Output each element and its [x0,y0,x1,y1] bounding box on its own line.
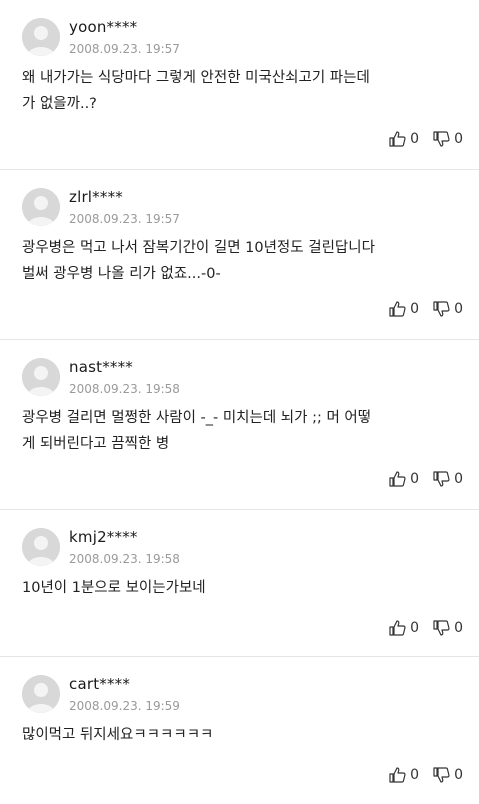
default-avatar-icon [22,675,60,713]
comment-line: 벌써 광우병 나올 리가 없죠...-0- [22,266,221,282]
thumbs-up-icon [389,301,406,317]
comment-body: 많이먹고 뒤지세요ㅋㅋㅋㅋㅋㅋ [22,722,462,748]
thumbs-up-icon [389,131,406,147]
vote-actions: 0 0 [389,620,463,636]
comment-timestamp: 2008.09.23. 19:57 [69,212,180,226]
like-button[interactable]: 0 [389,131,419,147]
vote-actions: 0 0 [389,471,463,487]
thumbs-down-icon [433,620,450,636]
comment-line: 게 되버린다고 끔찍한 병 [22,436,170,452]
thumbs-down-icon [433,131,450,147]
comment-timestamp: 2008.09.23. 19:57 [69,42,180,56]
comment-username[interactable]: nast**** [69,358,133,376]
comment-item: kmj2**** 2008.09.23. 19:58 10년이 1분으로 보이는… [0,510,479,657]
dislike-count: 0 [454,620,463,636]
comment-line: 많이먹고 뒤지세요ㅋㅋㅋㅋㅋㅋ [22,727,214,743]
avatar[interactable] [22,18,60,56]
comment-timestamp: 2008.09.23. 19:58 [69,382,180,396]
like-button[interactable]: 0 [389,767,419,783]
like-count: 0 [410,620,420,636]
comment-line: 10년이 1분으로 보이는가보네 [22,580,206,596]
like-count: 0 [410,471,420,487]
thumbs-up-icon [389,767,406,783]
vote-actions: 0 0 [389,767,463,783]
thumbs-up-icon [389,471,406,487]
comment-username[interactable]: yoon**** [69,18,137,36]
comment-username[interactable]: zlrl**** [69,188,123,206]
dislike-count: 0 [454,301,463,317]
comment-line: 광우병은 먹고 나서 잠복기간이 길면 10년정도 걸린답니다 [22,240,375,256]
comment-item: zlrl**** 2008.09.23. 19:57 광우병은 먹고 나서 잠복… [0,170,479,340]
avatar[interactable] [22,188,60,226]
comment-line: 가 없을까..? [22,96,97,112]
comment-username[interactable]: cart**** [69,675,130,693]
comment-item: nast**** 2008.09.23. 19:58 광우병 걸리면 멀쩡한 사… [0,340,479,510]
thumbs-up-icon [389,620,406,636]
avatar[interactable] [22,528,60,566]
dislike-button[interactable]: 0 [433,131,463,147]
default-avatar-icon [22,18,60,56]
dislike-count: 0 [454,471,463,487]
dislike-button[interactable]: 0 [433,301,463,317]
default-avatar-icon [22,188,60,226]
comment-item: yoon**** 2008.09.23. 19:57 왜 내가가는 식당마다 그… [0,0,479,170]
thumbs-down-icon [433,471,450,487]
dislike-count: 0 [454,767,463,783]
thumbs-down-icon [433,767,450,783]
comment-body: 광우병은 먹고 나서 잠복기간이 길면 10년정도 걸린답니다 벌써 광우병 나… [22,235,462,287]
vote-actions: 0 0 [389,131,463,147]
comment-body: 10년이 1분으로 보이는가보네 [22,575,462,601]
like-count: 0 [410,301,420,317]
comment-username[interactable]: kmj2**** [69,528,138,546]
default-avatar-icon [22,358,60,396]
avatar[interactable] [22,358,60,396]
thumbs-down-icon [433,301,450,317]
comment-body: 광우병 걸리면 멀쩡한 사람이 -_- 미치는데 뇌가 ;; 머 어떻 게 되버… [22,405,462,457]
comment-item: cart**** 2008.09.23. 19:59 많이먹고 뒤지세요ㅋㅋㅋㅋ… [0,657,479,804]
comment-timestamp: 2008.09.23. 19:59 [69,699,180,713]
like-button[interactable]: 0 [389,301,419,317]
dislike-button[interactable]: 0 [433,471,463,487]
comment-timestamp: 2008.09.23. 19:58 [69,552,180,566]
dislike-count: 0 [454,131,463,147]
comment-body: 왜 내가가는 식당마다 그렇게 안전한 미국산쇠고기 파는데 가 없을까..? [22,65,462,117]
dislike-button[interactable]: 0 [433,620,463,636]
like-count: 0 [410,131,420,147]
comment-line: 왜 내가가는 식당마다 그렇게 안전한 미국산쇠고기 파는데 [22,70,370,86]
comment-line: 광우병 걸리면 멀쩡한 사람이 -_- 미치는데 뇌가 ;; 머 어떻 [22,410,372,426]
like-button[interactable]: 0 [389,471,419,487]
like-count: 0 [410,767,420,783]
like-button[interactable]: 0 [389,620,419,636]
avatar[interactable] [22,675,60,713]
default-avatar-icon [22,528,60,566]
dislike-button[interactable]: 0 [433,767,463,783]
vote-actions: 0 0 [389,301,463,317]
